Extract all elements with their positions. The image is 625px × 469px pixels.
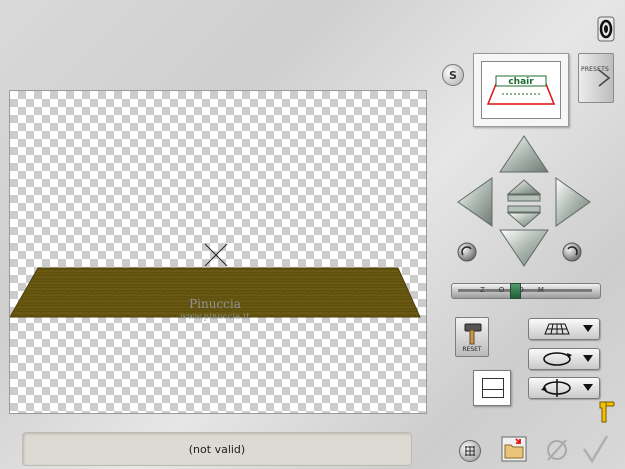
move-up-small-icon[interactable]	[506, 179, 542, 202]
ok-button[interactable]	[580, 433, 610, 465]
pointing-hand-icon	[599, 401, 615, 423]
background-color-button[interactable]	[473, 370, 511, 406]
thumbnail-preview[interactable]: chair	[473, 53, 569, 127]
arrow-right-icon[interactable]	[555, 177, 591, 227]
center-marker	[204, 243, 228, 267]
hammer-icon	[464, 323, 482, 345]
rotate-right-icon[interactable]	[562, 242, 582, 262]
rotate-axis-icon	[541, 379, 571, 397]
grid-perspective-icon	[544, 323, 570, 335]
thumbnail-canvas: chair	[481, 61, 561, 119]
checkmark-icon	[582, 435, 609, 464]
perspective-dropdown[interactable]	[528, 318, 600, 340]
arrow-down-icon[interactable]	[499, 229, 549, 267]
grid-icon	[465, 446, 475, 456]
reset-label: RESET	[462, 346, 482, 353]
status-text: (not valid)	[188, 442, 246, 456]
navigation-pad	[457, 135, 591, 267]
rotate-left-icon[interactable]	[457, 242, 477, 262]
status-bar: (not valid)	[22, 432, 412, 466]
axis-dropdown[interactable]	[528, 377, 600, 399]
s-button-label: S	[449, 68, 457, 82]
open-folder-button[interactable]	[500, 435, 528, 463]
rotate-ring-icon	[543, 352, 572, 366]
zoom-slider[interactable]: ZOOM	[451, 283, 601, 299]
arrow-up-icon[interactable]	[499, 135, 549, 173]
preview-scene	[10, 243, 421, 318]
chevron-down-icon	[583, 384, 593, 391]
arrow-left-icon[interactable]	[457, 177, 493, 227]
chevron-down-icon	[583, 325, 593, 332]
grid-toggle-button[interactable]	[459, 440, 481, 462]
cancel-button[interactable]	[544, 436, 572, 464]
help-icon	[597, 16, 615, 42]
preview-canvas[interactable]	[9, 90, 427, 414]
cancel-icon	[547, 439, 567, 461]
help-button[interactable]	[597, 16, 615, 42]
thumbnail-logo-text: chair	[508, 77, 534, 87]
reset-button[interactable]: RESET	[455, 317, 489, 357]
watermark-name: Pinuccia	[189, 297, 241, 311]
presets-arrow-icon	[598, 69, 611, 87]
thumbnail-drawing: chair	[486, 75, 556, 105]
move-down-small-icon[interactable]	[506, 205, 542, 228]
zoom-thumb[interactable]	[509, 283, 521, 299]
watermark: Pinuccia www.pinuccia.it	[155, 298, 275, 323]
watermark-site: www.pinuccia.it	[180, 312, 250, 321]
rotation-dropdown[interactable]	[528, 348, 600, 370]
presets-button[interactable]: PRESETS	[578, 53, 614, 103]
chevron-down-icon	[583, 355, 593, 362]
background-swatch-icon	[482, 378, 504, 398]
s-button[interactable]: S	[442, 64, 464, 86]
folder-open-icon	[501, 436, 527, 462]
